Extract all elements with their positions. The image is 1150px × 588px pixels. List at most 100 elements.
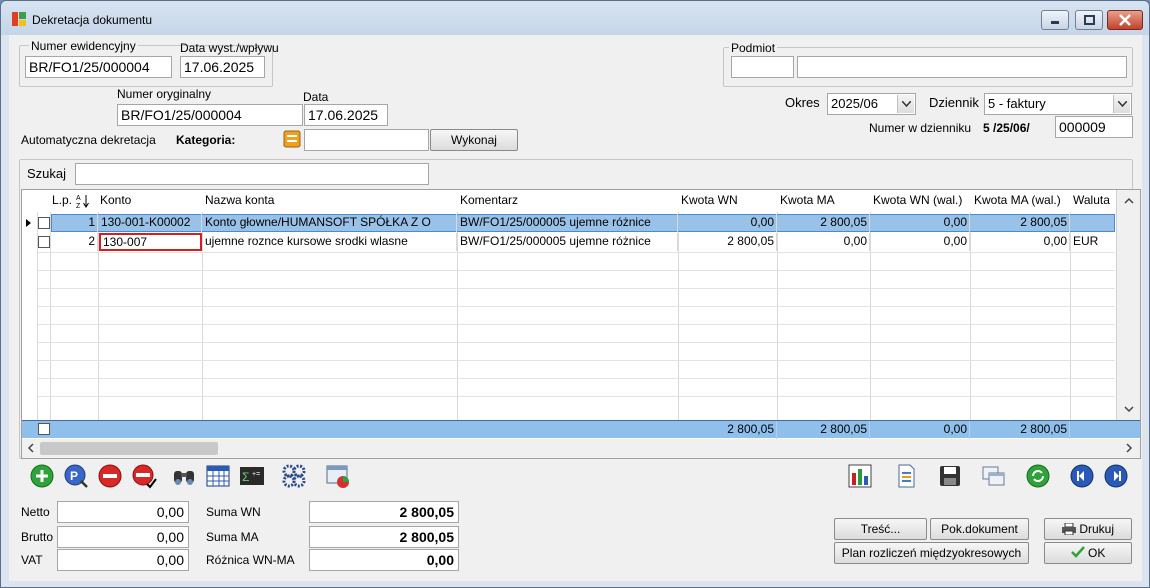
- kategoria-picker-button[interactable]: [282, 129, 302, 149]
- delete-checked-button[interactable]: [131, 463, 157, 489]
- grid-row-line: [38, 288, 1115, 289]
- row-kwota-wn-wal[interactable]: 0,00: [871, 214, 970, 232]
- windows-icon: [982, 466, 1005, 486]
- row-komentarz[interactable]: BW/FO1/25/000005 ujemne różnice: [458, 214, 678, 232]
- search-entry-button[interactable]: P: [63, 463, 89, 489]
- first-record-button[interactable]: [1069, 463, 1095, 489]
- horizontal-scroll-thumb[interactable]: [40, 442, 218, 455]
- select-all-checkbox[interactable]: [38, 423, 50, 435]
- save-button[interactable]: [937, 463, 963, 489]
- current-row-pointer-icon: [26, 219, 31, 227]
- row-kwota-wn-wal[interactable]: 0,00: [871, 233, 970, 251]
- suma-ma-label: Suma MA: [206, 530, 259, 544]
- row-kwota-ma-wal[interactable]: 0,00: [971, 233, 1070, 251]
- horizontal-scrollbar[interactable]: [22, 439, 1140, 458]
- dialog-client-area: Numer ewidencyjny BR/FO1/25/000004 Data …: [9, 35, 1142, 581]
- column-header-kwota-wn[interactable]: Kwota WN: [679, 190, 777, 212]
- brutto-field[interactable]: 0,00: [57, 526, 189, 548]
- minimize-button[interactable]: [1041, 10, 1069, 30]
- data-wystawienia-field[interactable]: 17.06.2025: [180, 56, 265, 78]
- column-header-kwota-ma[interactable]: Kwota MA: [778, 190, 870, 212]
- add-entry-button[interactable]: [29, 463, 55, 489]
- drukuj-button[interactable]: Drukuj: [1044, 518, 1132, 540]
- netto-field[interactable]: 0,00: [57, 501, 189, 523]
- tresc-button[interactable]: Treść...: [834, 518, 927, 540]
- ok-button-label: OK: [1088, 546, 1106, 560]
- numer-oryginalny-field[interactable]: BR/FO1/25/000004: [117, 104, 303, 126]
- row-checkbox[interactable]: [38, 236, 50, 248]
- entries-grid: L.p. A Z Konto Nazwa konta Komentarz Kwo…: [21, 189, 1141, 459]
- numer-w-dzienniku-field[interactable]: 000009: [1055, 116, 1133, 138]
- data-field[interactable]: 17.06.2025: [304, 104, 388, 126]
- pok-dokument-button[interactable]: Pok.dokument: [930, 518, 1029, 540]
- svg-text:Σ: Σ: [242, 470, 249, 484]
- plan-rozliczen-button-label: Plan rozliczeń międzyokresowych: [841, 546, 1022, 560]
- scroll-right-icon[interactable]: [1122, 439, 1136, 457]
- row-konto[interactable]: 130-001-K00002: [99, 214, 202, 232]
- document-button[interactable]: [893, 463, 919, 489]
- bar-chart-icon: [848, 464, 872, 488]
- kategoria-field[interactable]: [304, 129, 429, 151]
- vertical-scrollbar[interactable]: [1116, 190, 1140, 420]
- suma-wn-field: 2 800,05: [309, 501, 459, 523]
- row-lp: 2: [51, 233, 98, 251]
- settings-button[interactable]: [281, 463, 307, 489]
- column-header-kwota-ma-wal[interactable]: Kwota MA (wal.): [972, 190, 1070, 212]
- row-kwota-ma-wal[interactable]: 2 800,05: [971, 214, 1070, 232]
- column-header-waluta[interactable]: Waluta: [1071, 190, 1115, 212]
- close-window-button[interactable]: [1107, 10, 1143, 30]
- row-checkbox[interactable]: [38, 217, 50, 229]
- last-record-button[interactable]: [1103, 463, 1129, 489]
- podmiot-code-field[interactable]: [731, 56, 794, 78]
- dziennik-value: 5 - faktury: [988, 96, 1046, 111]
- chart-button[interactable]: [847, 463, 873, 489]
- column-header-nazwa-konta[interactable]: Nazwa konta: [203, 190, 457, 212]
- svg-text:Z: Z: [76, 203, 81, 209]
- maximize-button[interactable]: [1075, 10, 1103, 30]
- row-kwota-ma[interactable]: 2 800,05: [778, 214, 870, 232]
- numer-ewidencyjny-field[interactable]: BR/FO1/25/000004: [25, 56, 172, 78]
- okres-select[interactable]: 2025/06: [827, 93, 916, 115]
- row-waluta[interactable]: EUR: [1071, 233, 1115, 251]
- wykonaj-button-label: Wykonaj: [451, 133, 497, 147]
- kategoria-label: Kategoria:: [176, 133, 236, 147]
- window-view-button[interactable]: [325, 463, 351, 489]
- row-nazwa-konta: Konto głowne/HUMANSOFT SPÓŁKA Z O: [203, 214, 457, 232]
- window-title: Dekretacja dokumentu: [32, 13, 153, 27]
- row-waluta[interactable]: [1071, 214, 1115, 232]
- wykonaj-button[interactable]: Wykonaj: [430, 129, 518, 151]
- find-button[interactable]: [171, 463, 197, 489]
- row-nazwa-konta: ujemne roznce kursowe srodki wlasne: [203, 233, 457, 251]
- column-header-konto[interactable]: Konto: [98, 190, 202, 212]
- calendar-grid-button[interactable]: [205, 463, 231, 489]
- ok-button[interactable]: OK: [1044, 542, 1132, 564]
- svg-text:A: A: [76, 195, 81, 202]
- row-kwota-wn[interactable]: 2 800,05: [679, 233, 777, 251]
- copy-windows-button[interactable]: [981, 463, 1007, 489]
- refresh-button[interactable]: [1025, 463, 1051, 489]
- podmiot-name-field[interactable]: [797, 56, 1127, 78]
- column-header-kwota-wn-wal[interactable]: Kwota WN (wal.): [871, 190, 971, 212]
- dziennik-select[interactable]: 5 - faktury: [984, 93, 1132, 115]
- table-row[interactable]: 2 130-007 ujemne roznce kursowe srodki w…: [22, 233, 1115, 251]
- app-icon: [12, 12, 26, 26]
- scroll-down-icon[interactable]: [1117, 402, 1141, 416]
- delete-entry-button[interactable]: [97, 463, 123, 489]
- dziennik-dropdown-arrow[interactable]: [1113, 95, 1130, 113]
- column-header-lp[interactable]: L.p. A Z: [50, 190, 98, 212]
- column-header-komentarz[interactable]: Komentarz: [458, 190, 678, 212]
- refresh-icon: [1026, 464, 1050, 488]
- row-kwota-ma[interactable]: 0,00: [778, 233, 870, 251]
- row-konto-edit-cell[interactable]: 130-007: [99, 233, 202, 251]
- row-kwota-wn[interactable]: 0,00: [679, 214, 777, 232]
- row-komentarz[interactable]: BW/FO1/25/000005 ujemne różnice: [458, 233, 678, 251]
- scroll-up-icon[interactable]: [1117, 194, 1141, 208]
- scroll-left-icon[interactable]: [24, 439, 38, 457]
- szukaj-field[interactable]: [75, 163, 429, 185]
- sum-button[interactable]: Σ +=: [239, 463, 265, 489]
- plan-rozliczen-button[interactable]: Plan rozliczeń międzyokresowych: [834, 542, 1029, 564]
- okres-dropdown-arrow[interactable]: [897, 95, 914, 113]
- vat-field[interactable]: 0,00: [57, 549, 189, 571]
- save-icon: [940, 466, 960, 486]
- table-row[interactable]: 1 130-001-K00002 Konto głowne/HUMANSOFT …: [22, 214, 1115, 232]
